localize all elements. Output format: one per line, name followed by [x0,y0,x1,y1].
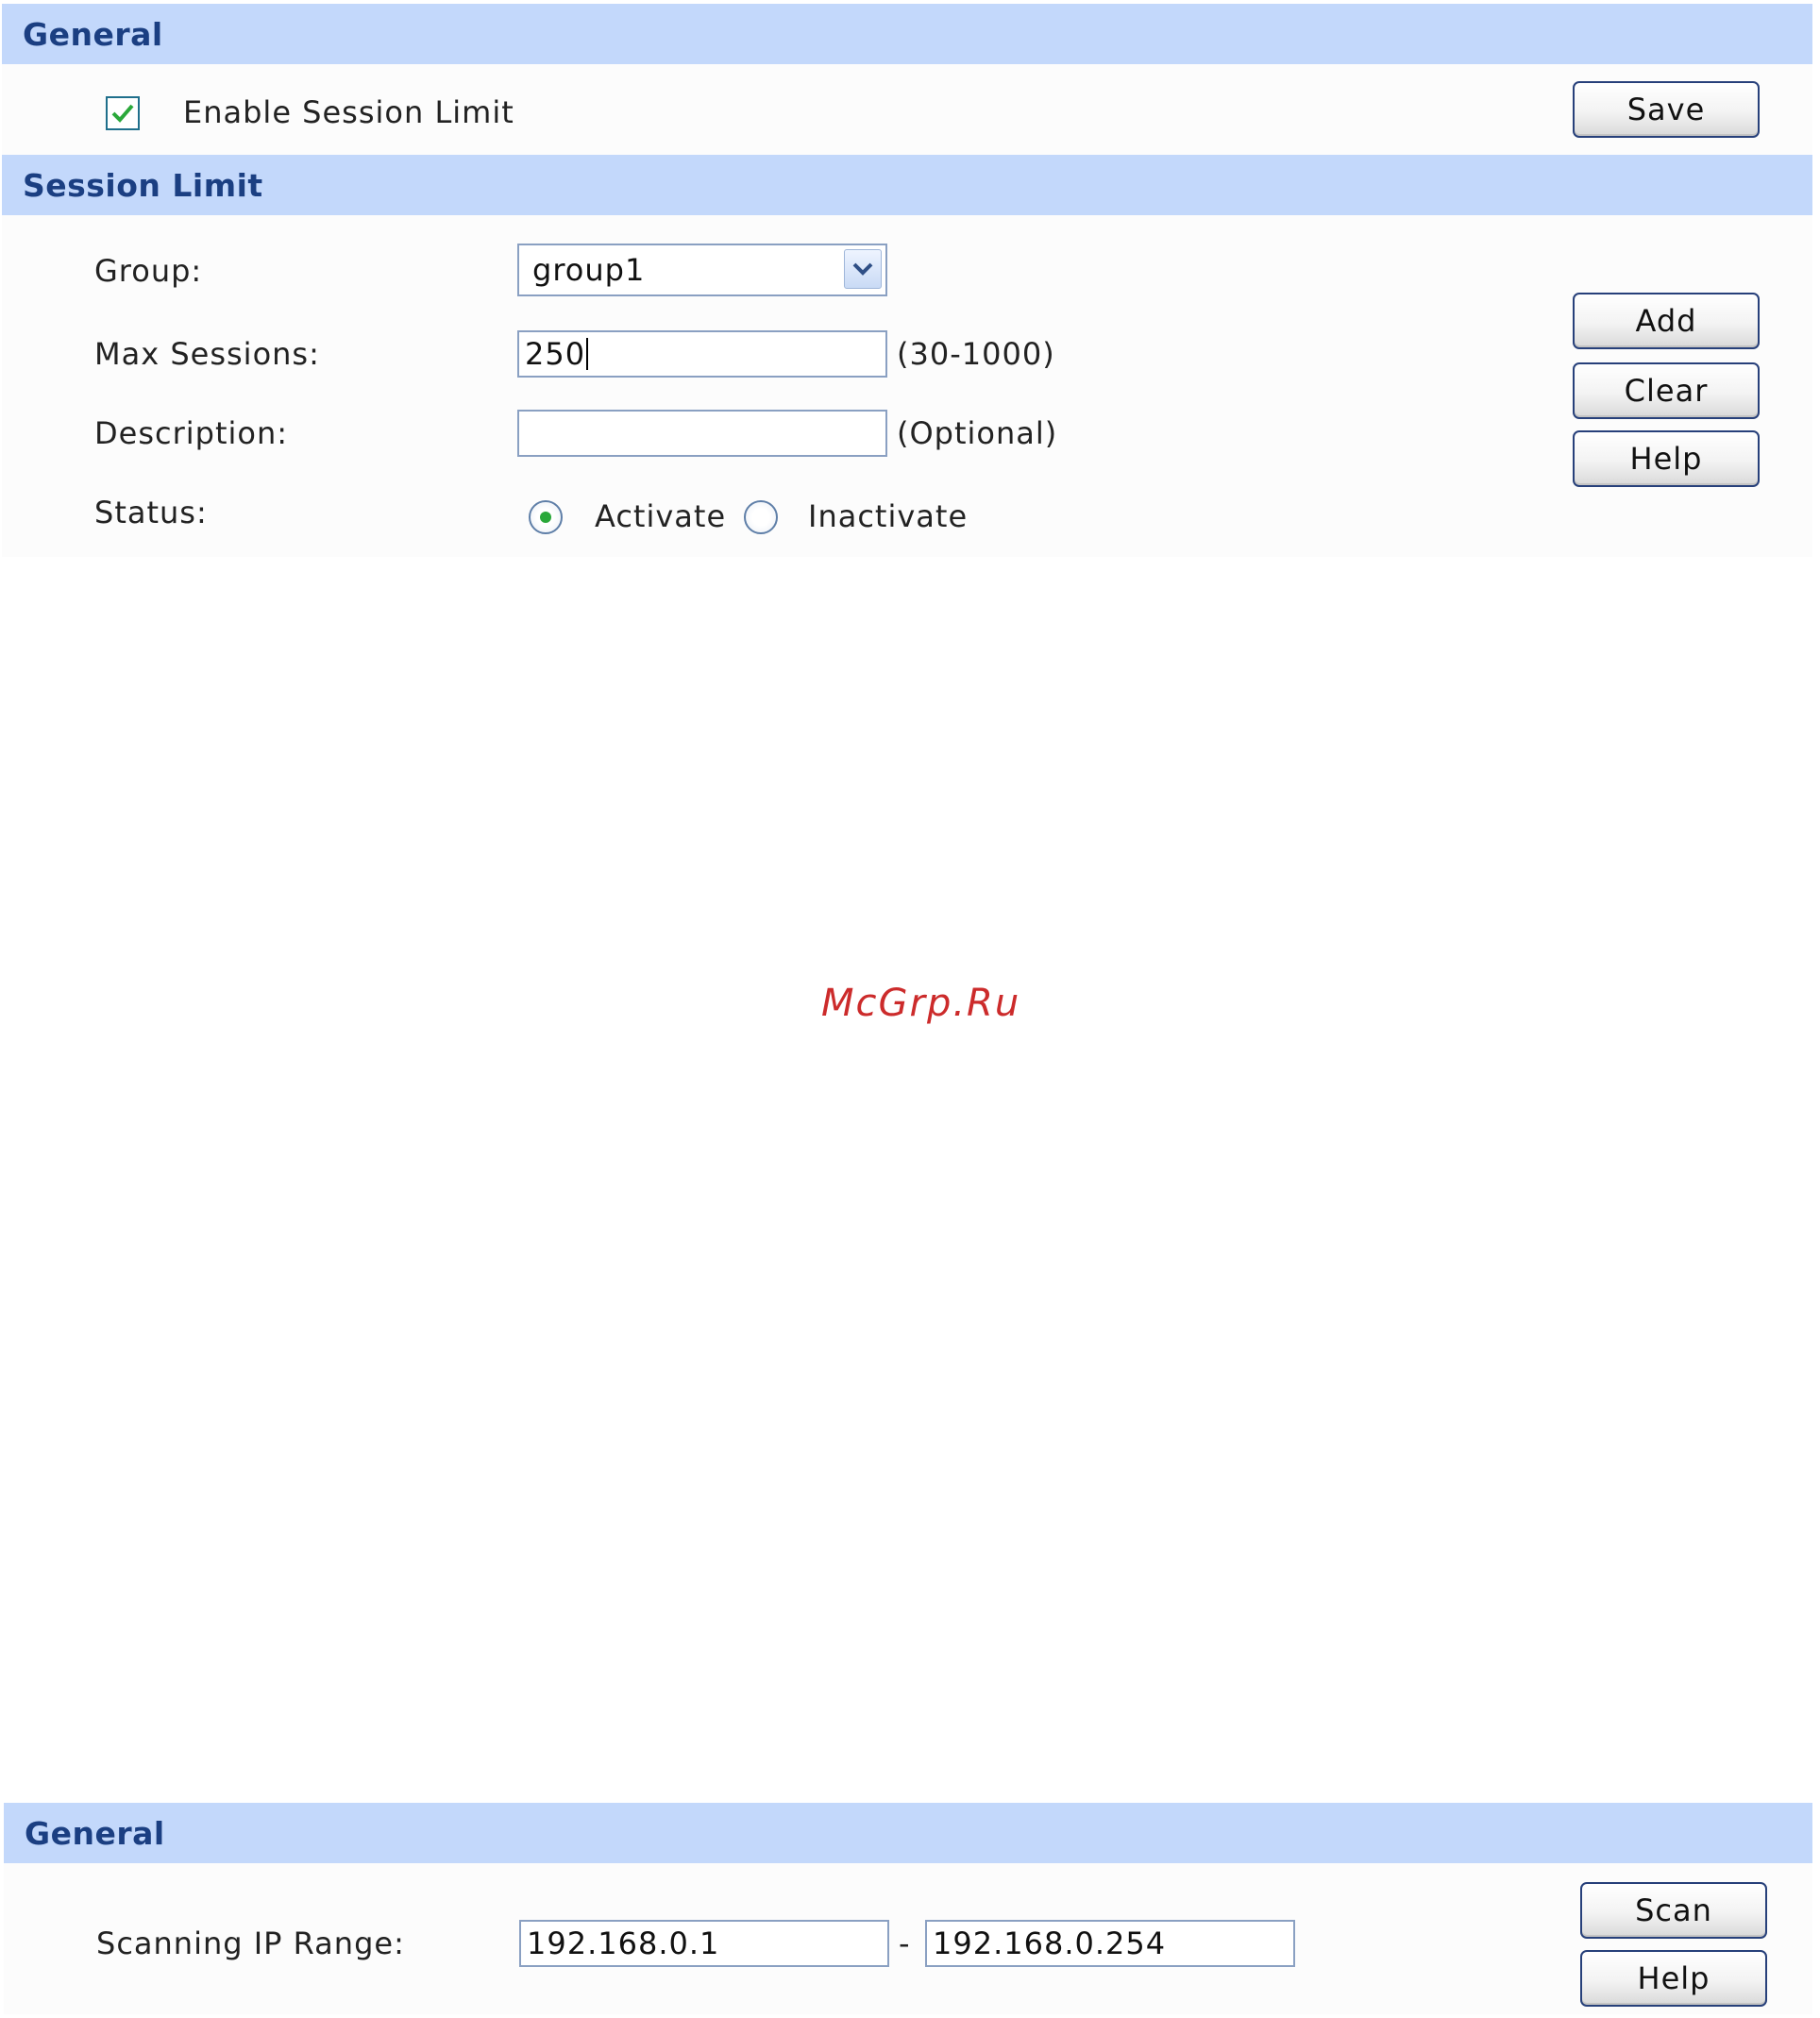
scanning-ip-range-label: Scanning IP Range: [96,1926,405,1961]
scan-help-button[interactable]: Help [1580,1950,1767,2007]
status-inactivate-label: Inactivate [808,498,969,534]
status-inactivate-radio[interactable] [744,500,778,534]
status-activate-radio[interactable] [529,500,563,534]
ip-range-end-input[interactable]: 192.168.0.254 [925,1920,1295,1967]
scan-general-section-header: General [4,1803,1812,1863]
scan-general-header-title: General [25,1814,165,1852]
max-sessions-hint: (30-1000) [897,336,1055,372]
ip-range-start-input[interactable]: 192.168.0.1 [519,1920,889,1967]
session-limit-section-header: Session Limit [2,155,1812,215]
group-select-value: group1 [532,252,646,288]
description-label: Description: [94,415,289,451]
watermark-text: McGrp.Ru [821,982,1021,1025]
ip-range-start-value: 192.168.0.1 [527,1926,720,1961]
status-label: Status: [94,495,208,530]
enable-session-limit-checkbox[interactable] [106,96,140,130]
ip-range-separator: - [899,1926,911,1961]
text-caret [586,338,589,370]
description-hint: (Optional) [897,415,1058,451]
checkmark-icon [111,104,134,123]
help-button[interactable]: Help [1573,430,1760,487]
radio-selected-dot [540,512,551,523]
add-button[interactable]: Add [1573,293,1760,349]
general-header-title: General [23,15,163,53]
save-button[interactable]: Save [1573,81,1760,138]
general-section-header: General [2,4,1812,64]
session-limit-header-title: Session Limit [23,166,263,204]
max-sessions-input[interactable]: 250 [517,330,887,378]
status-activate-label: Activate [595,498,727,534]
clear-button[interactable]: Clear [1573,362,1760,419]
max-sessions-value: 250 [525,336,586,372]
group-label: Group: [94,253,203,289]
description-input[interactable] [517,410,887,457]
chevron-down-icon[interactable] [844,249,882,289]
group-select[interactable]: group1 [517,244,887,296]
max-sessions-label: Max Sessions: [94,336,320,372]
enable-session-limit-label: Enable Session Limit [183,94,514,130]
ip-range-end-value: 192.168.0.254 [933,1926,1167,1961]
scan-button[interactable]: Scan [1580,1882,1767,1939]
